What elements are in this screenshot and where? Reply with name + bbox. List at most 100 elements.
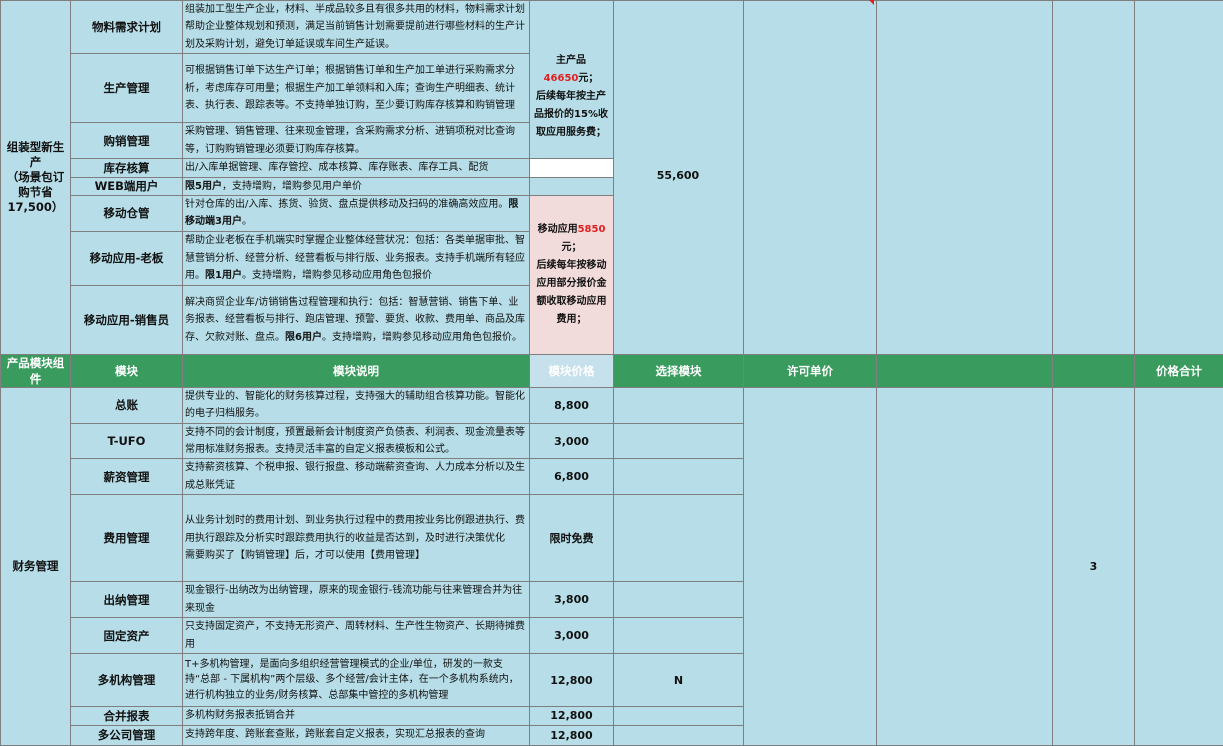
module-label: 移动应用-老板	[90, 251, 164, 265]
module-cell[interactable]: 薪资管理	[71, 459, 183, 495]
header-module[interactable]: 模块	[71, 354, 183, 387]
price-cell[interactable]: 3,800	[530, 582, 614, 618]
table-row: 财务管理 总账 提供专业的、智能化的财务核算过程，支持强大的辅助组合核算功能。智…	[1, 387, 1223, 423]
price-cell[interactable]: 限时免费	[530, 495, 614, 582]
header-price[interactable]: 模块价格	[530, 354, 614, 387]
description-cell[interactable]: 支持跨年度、跨账套查账，跨账套自定义报表，实现汇总报表的查询	[183, 725, 530, 745]
module-cell[interactable]: 合并报表	[71, 707, 183, 725]
license-cell[interactable]	[744, 387, 877, 745]
group-label-cell: 财务管理	[1, 387, 71, 745]
module-cell[interactable]: 固定资产	[71, 618, 183, 654]
module-price: 6,800	[554, 470, 589, 483]
module-label: 库存核算	[104, 161, 150, 175]
comment-indicator[interactable]	[869, 0, 874, 5]
module-cell[interactable]: 出纳管理	[71, 582, 183, 618]
module-cell[interactable]: 购销管理	[71, 123, 183, 159]
total-price[interactable]: 55,600	[613, 0, 743, 350]
module-label: 多机构管理	[98, 673, 156, 687]
module-price: 限时免费	[550, 532, 594, 545]
module-cell[interactable]: WEB端用户	[71, 177, 183, 195]
description-cell[interactable]: 只支持固定资产，不支持无形资产、周转材料、生产性生物资产、长期待摊费用	[183, 618, 530, 654]
select-cell[interactable]	[614, 495, 744, 582]
module-label: 物料需求计划	[92, 20, 161, 34]
description-cell[interactable]: 支持薪资核算、个税申报、银行报盘、移动端薪资查询、人力成本分析以及生成总账凭证	[183, 459, 530, 495]
module-cell[interactable]: 费用管理	[71, 495, 183, 582]
module-description: 出/入库单据管理、库存管控、成本核算、库存账表、库存工具、配货	[185, 162, 488, 173]
blank-cell[interactable]	[1135, 1, 1223, 355]
description-cell[interactable]: 针对仓库的出/入库、拣货、验货、盘点提供移动及扫码的准确高效应用。限移动端3用户…	[183, 196, 530, 232]
module-label: T-UFO	[108, 434, 146, 448]
module-description: 组装加工型生产企业，材料、半成品较多且有很多共用的材料，物料需求计划帮助企业整体…	[185, 4, 525, 50]
price-cell[interactable]: 6,800	[530, 459, 614, 495]
mobile-price-note[interactable]: 移动应用5850元； 后续每年按移动应用部分报价金额收取移动应用费用；	[530, 196, 614, 355]
description-cell[interactable]: 多机构财务报表抵销合并	[183, 707, 530, 725]
blank-cell[interactable]	[877, 1, 1053, 355]
description-cell[interactable]: 采购管理、销售管理、往来现金管理，含采购需求分析、进销项税对比查询等，订购购销管…	[183, 123, 530, 159]
price-cell[interactable]: 12,800	[530, 725, 614, 745]
description-cell[interactable]: T+多机构管理，是面向多组织经营管理模式的企业/单位，研发的一款支持“总部 - …	[183, 654, 530, 707]
price-cell[interactable]: 12,800	[530, 707, 614, 725]
user-limit: 限5用户	[185, 181, 222, 192]
module-label: 合并报表	[104, 709, 150, 723]
module-description: 支持薪资核算、个税申报、银行报盘、移动端薪资查询、人力成本分析以及生成总账凭证	[185, 462, 525, 490]
module-description: 可根据销售订单下达生产订单；根据销售订单和生产加工单进行采购需求分析，考虑库存可…	[185, 65, 515, 111]
select-cell[interactable]: N	[614, 654, 744, 707]
blank-cell[interactable]	[744, 1, 877, 355]
main-price-note[interactable]: 主产品 46650元； 后续每年按主产品报价的15%收取应用服务费；	[529, 0, 613, 193]
module-cell[interactable]: 多机构管理	[71, 654, 183, 707]
note-amount: 5850	[578, 224, 606, 235]
select-cell[interactable]	[614, 423, 744, 459]
select-value: N	[674, 674, 683, 687]
note-prefix: 移动应用	[538, 224, 578, 235]
price-cell[interactable]: 3,000	[530, 423, 614, 459]
module-cell[interactable]: 移动应用-老板	[71, 231, 183, 285]
select-cell[interactable]	[614, 618, 744, 654]
module-cell[interactable]: 移动应用-销售员	[71, 285, 183, 354]
module-label: 生产管理	[104, 81, 150, 95]
select-cell[interactable]	[614, 459, 744, 495]
module-cell[interactable]: 生产管理	[71, 54, 183, 123]
module-cell[interactable]: T-UFO	[71, 423, 183, 459]
header-spacer[interactable]	[1053, 354, 1135, 387]
select-cell[interactable]	[614, 707, 744, 725]
header-select[interactable]: 选择模块	[614, 354, 744, 387]
count-cell[interactable]: 3	[1053, 387, 1135, 745]
module-cell[interactable]: 多公司管理	[71, 725, 183, 745]
header-total[interactable]: 价格合计	[1135, 354, 1223, 387]
select-cell[interactable]	[614, 725, 744, 745]
module-description: T+多机构管理，是面向多组织经营管理模式的企业/单位，研发的一款支持“总部 - …	[185, 659, 519, 701]
description-cell[interactable]: 解决商贸企业车/访销销售过程管理和执行：包括：智慧营销、销售下单、业务报表、经营…	[183, 285, 530, 354]
description-cell[interactable]: 帮助企业老板在手机端实时掌握企业整体经营状况：包括：各类单据审批、智慧营销分析、…	[183, 231, 530, 285]
total-price-value: 55,600	[657, 169, 699, 182]
description-cell[interactable]: 提供专业的、智能化的财务核算过程，支持强大的辅助组合核算功能。智能化的电子归档服…	[183, 387, 530, 423]
header-spacer[interactable]	[877, 354, 1053, 387]
header-license[interactable]: 许可单价	[744, 354, 877, 387]
select-cell[interactable]	[614, 582, 744, 618]
note-prefix: 主产品	[556, 55, 586, 66]
description-cell[interactable]: 出/入库单据管理、库存管控、成本核算、库存账表、库存工具、配货	[183, 159, 530, 177]
description-cell[interactable]: 可根据销售订单下达生产订单；根据销售订单和生产加工单进行采购需求分析，考虑库存可…	[183, 54, 530, 123]
header-description[interactable]: 模块说明	[183, 354, 530, 387]
price-cell[interactable]: 8,800	[530, 387, 614, 423]
price-cell[interactable]: 12,800	[530, 654, 614, 707]
description-cell[interactable]: 组装加工型生产企业，材料、半成品较多且有很多共用的材料，物料需求计划帮助企业整体…	[183, 1, 530, 54]
description-cell[interactable]: 限5用户，支持增购，增购参见用户单价	[183, 177, 530, 195]
blank-cell[interactable]	[1053, 1, 1135, 355]
description-cell[interactable]: 从业务计划时的费用计划、到业务执行过程中的费用按业务比例跟进执行、费用执行跟踪及…	[183, 495, 530, 582]
module-cell[interactable]: 总账	[71, 387, 183, 423]
group-label: 组装型新生产 （场景包订购节省17,500）	[7, 140, 65, 214]
description-cell[interactable]: 现金银行-出纳改为出纳管理，原来的现金银行-钱流功能与往来管理合并为往来现金	[183, 582, 530, 618]
user-limit: 限1用户	[205, 270, 242, 281]
select-cell[interactable]	[614, 387, 744, 423]
module-cell[interactable]: 移动仓管	[71, 196, 183, 232]
module-cell[interactable]: 物料需求计划	[71, 1, 183, 54]
module-cell[interactable]: 库存核算	[71, 159, 183, 177]
module-label: 移动仓管	[104, 206, 150, 220]
description-cell[interactable]: 支持不同的会计制度，预置最新会计制度资产负债表、利润表、现金流量表等常用标准财务…	[183, 423, 530, 459]
blank-cell[interactable]	[877, 387, 1053, 745]
price-cell[interactable]: 3,000	[530, 618, 614, 654]
total-cell[interactable]	[1135, 387, 1223, 745]
module-label: 购销管理	[104, 134, 150, 148]
header-group[interactable]: 产品模块组件	[1, 354, 71, 387]
module-label: 出纳管理	[104, 593, 150, 607]
